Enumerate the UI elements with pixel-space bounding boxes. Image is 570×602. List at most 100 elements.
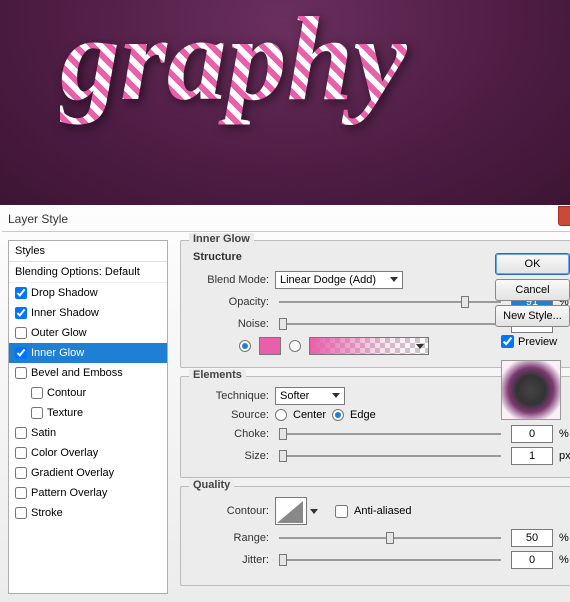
checkbox-icon[interactable]	[15, 347, 27, 359]
checkbox-icon[interactable]	[15, 327, 27, 339]
style-label: Contour	[47, 387, 86, 399]
preview-swatch	[501, 360, 561, 420]
style-label: Inner Shadow	[31, 307, 99, 319]
ok-button[interactable]: OK	[495, 253, 570, 275]
opacity-label: Opacity:	[191, 296, 269, 308]
style-stroke[interactable]: Stroke	[9, 503, 167, 523]
size-slider[interactable]	[279, 455, 501, 457]
style-label: Texture	[47, 407, 83, 419]
quality-group: Quality Contour: Anti-aliased Range: 50	[180, 486, 570, 586]
style-bevel-emboss[interactable]: Bevel and Emboss	[9, 363, 167, 383]
source-center-radio[interactable]	[275, 409, 287, 421]
canvas-artwork: graphy	[60, 0, 407, 128]
size-label: Size:	[191, 450, 269, 462]
style-label: Drop Shadow	[31, 287, 98, 299]
technique-label: Technique:	[191, 390, 269, 402]
style-drop-shadow[interactable]: Drop Shadow	[9, 283, 167, 303]
checkbox-icon[interactable]	[15, 447, 27, 459]
range-label: Range:	[191, 532, 269, 544]
checkbox-icon[interactable]	[15, 307, 27, 319]
blend-mode-label: Blend Mode:	[191, 274, 269, 286]
dialog-buttons: OK Cancel New Style... Preview	[495, 245, 570, 426]
range-slider[interactable]	[279, 537, 501, 539]
layer-style-dialog: × Layer Style Styles Blending Options: D…	[0, 205, 570, 602]
style-color-overlay[interactable]: Color Overlay	[9, 443, 167, 463]
checkbox-icon[interactable]	[31, 407, 43, 419]
source-label: Source:	[191, 409, 269, 421]
preview-label: Preview	[518, 336, 557, 348]
color-type-gradient-radio[interactable]	[289, 340, 301, 352]
slider-thumb-icon[interactable]	[279, 428, 287, 440]
style-label: Stroke	[31, 507, 63, 519]
chevron-down-icon	[416, 344, 424, 349]
select-value: Softer	[280, 390, 309, 402]
style-inner-shadow[interactable]: Inner Shadow	[9, 303, 167, 323]
group-title: Inner Glow	[189, 233, 254, 245]
chevron-down-icon	[310, 509, 318, 514]
technique-select[interactable]: Softer	[275, 387, 345, 405]
slider-thumb-icon[interactable]	[279, 318, 287, 330]
size-input[interactable]: 1	[511, 447, 553, 465]
style-outer-glow[interactable]: Outer Glow	[9, 323, 167, 343]
style-gradient-overlay[interactable]: Gradient Overlay	[9, 463, 167, 483]
choke-label: Choke:	[191, 428, 269, 440]
new-style-button[interactable]: New Style...	[495, 305, 570, 327]
choke-input[interactable]: 0	[511, 425, 553, 443]
group-title: Quality	[189, 479, 234, 491]
style-texture[interactable]: Texture	[9, 403, 167, 423]
checkbox-icon[interactable]	[15, 487, 27, 499]
style-label: Pattern Overlay	[31, 487, 107, 499]
anti-alias-checkbox[interactable]	[335, 505, 348, 518]
style-contour[interactable]: Contour	[9, 383, 167, 403]
style-inner-glow[interactable]: Inner Glow	[9, 343, 167, 363]
jitter-input[interactable]: 0	[511, 551, 553, 569]
slider-thumb-icon[interactable]	[279, 450, 287, 462]
slider-thumb-icon[interactable]	[386, 532, 394, 544]
checkbox-icon[interactable]	[31, 387, 43, 399]
blending-options[interactable]: Blending Options: Default	[9, 262, 167, 283]
styles-list: Styles Blending Options: Default Drop Sh…	[8, 240, 168, 594]
noise-label: Noise:	[191, 318, 269, 330]
checkbox-icon[interactable]	[15, 287, 27, 299]
noise-slider[interactable]	[279, 323, 501, 325]
range-input[interactable]: 50	[511, 529, 553, 547]
checkbox-icon[interactable]	[15, 467, 27, 479]
group-title: Elements	[189, 369, 246, 381]
jitter-slider[interactable]	[279, 559, 501, 561]
source-edge-radio[interactable]	[332, 409, 344, 421]
unit-label: %	[559, 554, 570, 566]
style-label: Satin	[31, 427, 56, 439]
color-swatch[interactable]	[259, 337, 281, 355]
choke-slider[interactable]	[279, 433, 501, 435]
chevron-down-icon	[332, 393, 340, 398]
style-satin[interactable]: Satin	[9, 423, 167, 443]
select-value: Linear Dodge (Add)	[280, 274, 376, 286]
contour-label: Contour:	[191, 505, 269, 517]
contour-picker[interactable]	[275, 497, 307, 525]
anti-alias-label: Anti-aliased	[354, 505, 411, 517]
jitter-label: Jitter:	[191, 554, 269, 566]
color-type-solid-radio[interactable]	[239, 340, 251, 352]
blend-mode-select[interactable]: Linear Dodge (Add)	[275, 271, 403, 289]
style-label: Bevel and Emboss	[31, 367, 123, 379]
radio-label: Edge	[350, 409, 376, 421]
checkbox-icon[interactable]	[15, 427, 27, 439]
close-button[interactable]: ×	[558, 206, 570, 226]
unit-label: %	[559, 428, 570, 440]
gradient-picker[interactable]	[309, 337, 429, 355]
checkbox-icon[interactable]	[15, 507, 27, 519]
style-pattern-overlay[interactable]: Pattern Overlay	[9, 483, 167, 503]
preview-checkbox[interactable]	[501, 335, 514, 348]
cancel-button[interactable]: Cancel	[495, 279, 570, 301]
styles-header[interactable]: Styles	[9, 241, 167, 262]
document-canvas: graphy	[0, 0, 570, 205]
style-label: Gradient Overlay	[31, 467, 114, 479]
slider-thumb-icon[interactable]	[279, 554, 287, 566]
style-label: Color Overlay	[31, 447, 98, 459]
unit-label: px	[559, 450, 570, 462]
radio-label: Center	[293, 409, 326, 421]
slider-thumb-icon[interactable]	[461, 296, 469, 308]
checkbox-icon[interactable]	[15, 367, 27, 379]
opacity-slider[interactable]	[279, 301, 501, 303]
dialog-title: Layer Style	[0, 206, 570, 226]
